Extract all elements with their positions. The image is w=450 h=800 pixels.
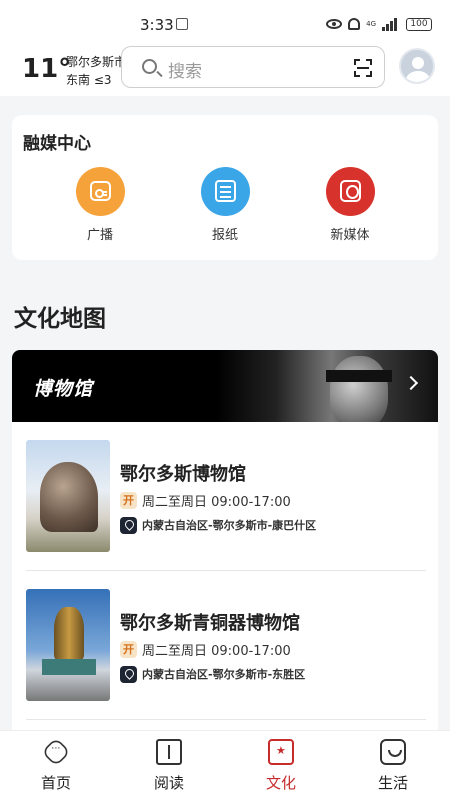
list-item[interactable]: 鄂尔多斯博物馆 开 周二至周日 09:00-17:00 内蒙古自治区-鄂尔多斯市… <box>12 422 438 571</box>
museum-thumbnail <box>26 440 110 552</box>
museum-banner[interactable]: 博物馆 <box>12 350 438 422</box>
location-pin-icon <box>120 665 137 683</box>
tab-label: 阅读 <box>153 774 184 792</box>
avatar[interactable] <box>399 48 435 84</box>
search-placeholder: 搜索 <box>168 62 202 82</box>
status-time: 3:33 <box>140 16 174 34</box>
media-item-radio[interactable]: 广播 <box>60 167 140 243</box>
tab-home[interactable]: 首页 <box>16 737 96 793</box>
home-icon <box>41 737 71 767</box>
open-icon: 开 <box>120 491 137 509</box>
media-item-label: 报纸 <box>211 228 238 243</box>
media-item-new-media[interactable]: 新媒体 <box>310 167 390 243</box>
eye-icon <box>326 19 343 29</box>
media-item-newspaper[interactable]: 报纸 <box>185 167 265 243</box>
culture-icon <box>268 739 294 765</box>
hours-row: 开 周二至周日 09:00-17:00 <box>120 640 291 659</box>
reading-icon <box>156 739 182 765</box>
life-icon <box>380 739 406 765</box>
chevron-right-icon <box>403 375 419 391</box>
tab-reading[interactable]: 阅读 <box>129 739 209 793</box>
notification-icon <box>176 18 188 30</box>
network-label: 4G <box>366 20 376 28</box>
signal-icon <box>382 17 400 31</box>
divider <box>26 719 426 720</box>
scan-icon[interactable] <box>354 59 372 77</box>
tab-label: 文化 <box>265 774 296 792</box>
weather-wind: 东南 ≤3 <box>66 73 112 87</box>
list-item[interactable]: 鄂尔多斯青铜器博物馆 开 周二至周日 09:00-17:00 内蒙古自治区-鄂尔… <box>12 571 438 720</box>
media-center-card: 融媒中心 广播 报纸 新媒体 <box>12 115 438 260</box>
museum-name: 鄂尔多斯博物馆 <box>120 464 246 485</box>
museum-name: 鄂尔多斯青铜器博物馆 <box>120 613 300 634</box>
radio-icon <box>75 167 125 216</box>
media-center-title: 融媒中心 <box>23 134 91 154</box>
search-icon <box>142 59 157 74</box>
search-input[interactable]: 搜索 <box>121 46 385 88</box>
museum-banner-title: 博物馆 <box>33 378 94 400</box>
museum-address: 内蒙古自治区-鄂尔多斯市-康巴什区 <box>142 519 317 532</box>
museum-list: 鄂尔多斯博物馆 开 周二至周日 09:00-17:00 内蒙古自治区-鄂尔多斯市… <box>12 422 438 730</box>
statue-blindfold <box>326 370 392 382</box>
tab-label: 生活 <box>377 774 408 792</box>
tab-label: 首页 <box>40 774 71 792</box>
newspaper-icon <box>200 167 250 216</box>
museum-address: 内蒙古自治区-鄂尔多斯市-东胜区 <box>142 668 306 681</box>
hours-row: 开 周二至周日 09:00-17:00 <box>120 491 291 510</box>
bottom-tab-bar: 首页 阅读 文化 生活 <box>0 730 450 800</box>
address-row: 内蒙古自治区-鄂尔多斯市-康巴什区 <box>120 516 316 534</box>
battery-icon: 100 <box>406 17 432 31</box>
header: 11° 鄂尔多斯市 东南 ≤3 搜索 <box>0 46 450 96</box>
location-pin-icon <box>120 516 137 534</box>
mute-icon <box>348 18 361 30</box>
museum-thumbnail <box>26 589 110 701</box>
media-item-label: 新媒体 <box>330 228 370 243</box>
weather-temperature: 11° <box>22 54 72 84</box>
open-icon: 开 <box>120 640 137 658</box>
culture-map-title: 文化地图 <box>14 306 106 332</box>
status-bar: 3:33 4G 100 <box>0 0 450 46</box>
tab-life[interactable]: 生活 <box>353 739 433 793</box>
opening-hours: 周二至周日 09:00-17:00 <box>142 494 291 510</box>
tab-culture[interactable]: 文化 <box>241 739 321 793</box>
weather-city: 鄂尔多斯市 <box>66 55 127 69</box>
statue-image <box>330 356 388 422</box>
new-media-icon <box>325 167 375 216</box>
media-item-label: 广播 <box>86 228 113 243</box>
address-row: 内蒙古自治区-鄂尔多斯市-东胜区 <box>120 665 305 683</box>
opening-hours: 周二至周日 09:00-17:00 <box>142 643 291 659</box>
status-indicators: 4G 100 <box>326 14 432 34</box>
